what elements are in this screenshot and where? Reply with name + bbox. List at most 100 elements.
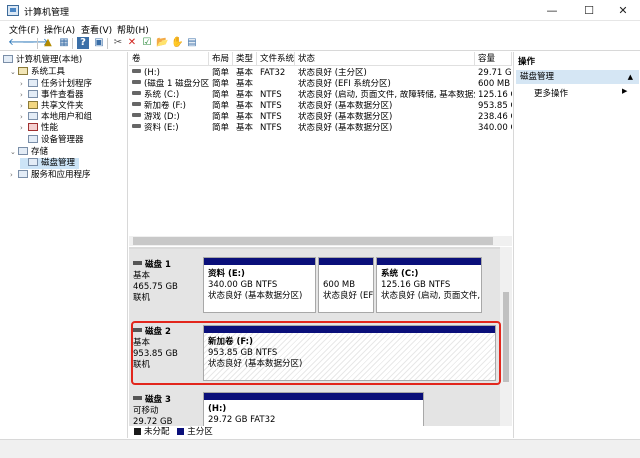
volume-list: 卷 布局 类型 文件系统 状态 容量 (H:) 简单 基本 FAT32 状态良好…: [129, 52, 512, 247]
computer-icon: [3, 55, 13, 63]
tree-item-storage[interactable]: ⌄存储: [10, 147, 48, 158]
status-bar: [0, 439, 640, 458]
disk-management-icon: [28, 158, 38, 166]
help-icon[interactable]: ?: [77, 37, 89, 49]
disk-2-highlight-frame: [131, 321, 501, 385]
expand-arrow-icon[interactable]: ›: [20, 123, 28, 134]
services-icon: [18, 170, 28, 178]
tree-item-event-viewer[interactable]: ›事件查看器: [20, 90, 84, 101]
table-row[interactable]: 游戏 (D:) 简单 基本 NTFS 状态良好 (基本数据分区) 238.46 …: [129, 112, 512, 123]
actions-title: 操作: [518, 55, 535, 67]
legend-primary: 主分区: [187, 427, 213, 437]
partition-system-c[interactable]: 系统 (C:)125.16 GB NTFS状态良好 (启动, 页面文件, 故: [376, 257, 482, 313]
connect-icon[interactable]: ✂: [112, 37, 124, 49]
collapse-arrow-icon[interactable]: ⌄: [10, 67, 18, 78]
column-header-capacity[interactable]: 容量: [475, 52, 512, 66]
volume-icon: [132, 102, 141, 106]
device-manager-icon: [28, 135, 38, 143]
partition-efi[interactable]: 600 MB状态良好 (EFI: [318, 257, 374, 313]
more-actions-link[interactable]: 更多操作 ▶: [534, 87, 568, 99]
event-viewer-icon: [28, 90, 38, 98]
disk-icon: [133, 261, 142, 265]
check-icon[interactable]: ☑: [141, 37, 153, 49]
view-icon[interactable]: ▤: [186, 37, 198, 49]
legend-unallocated: 未分配: [144, 427, 170, 437]
minimize-button[interactable]: —: [535, 0, 569, 21]
expand-arrow-icon[interactable]: ›: [20, 101, 28, 112]
column-header-type[interactable]: 类型: [233, 52, 257, 66]
tools-icon: [18, 67, 28, 75]
legend: 未分配 主分区: [129, 426, 512, 438]
storage-icon: [18, 147, 28, 155]
table-row[interactable]: 新加卷 (F:) 简单 基本 NTFS 状态良好 (基本数据分区) 953.85…: [129, 101, 512, 112]
expand-arrow-icon[interactable]: ›: [10, 170, 18, 181]
primary-swatch: [177, 428, 184, 435]
disk-icon: [133, 396, 142, 400]
tree-item-task-scheduler[interactable]: ›任务计划程序: [20, 79, 92, 90]
show-hide-tree-icon[interactable]: ▦: [58, 37, 70, 49]
back-icon[interactable]: 🡐: [8, 37, 20, 49]
disk-1-info[interactable]: 磁盘 1 基本 465.75 GB 联机: [133, 260, 178, 304]
forward-icon[interactable]: 🡒: [22, 37, 34, 49]
volume-icon: [132, 69, 141, 73]
volume-icon: [132, 113, 141, 117]
table-row[interactable]: 资料 (E:) 简单 基本 NTFS 状态良好 (基本数据分区) 340.00 …: [129, 123, 512, 134]
actions-pane: 操作 磁盘管理 ▲ 更多操作 ▶: [513, 52, 640, 438]
up-folder-icon[interactable]: ▲: [42, 37, 54, 49]
tree-item-system-tools[interactable]: ⌄系统工具: [10, 67, 65, 78]
performance-icon: [28, 123, 38, 131]
expand-arrow-icon[interactable]: ›: [20, 90, 28, 101]
close-button[interactable]: ✕: [606, 0, 640, 21]
window-title: 计算机管理: [24, 5, 69, 18]
collapse-triangle-icon[interactable]: ▲: [628, 70, 633, 84]
column-header-layout[interactable]: 布局: [209, 52, 233, 66]
disk-3-info[interactable]: 磁盘 3 可移动 29.72 GB: [133, 395, 172, 428]
tree-item-disk-management[interactable]: 磁盘管理: [20, 158, 79, 169]
clock-icon: [28, 79, 38, 87]
delete-icon[interactable]: ✕: [126, 37, 138, 49]
toolbar-separator: [37, 38, 38, 49]
column-header-status[interactable]: 状态: [295, 52, 475, 66]
computer-management-icon: [7, 5, 19, 16]
table-row[interactable]: 系统 (C:) 简单 基本 NTFS 状态良好 (启动, 页面文件, 故障转储,…: [129, 90, 512, 101]
tree-item-shared-folders[interactable]: ›共享文件夹: [20, 101, 84, 112]
vertical-scrollbar[interactable]: [500, 247, 512, 427]
actions-section-disk-management[interactable]: 磁盘管理 ▲: [516, 70, 639, 84]
shared-folder-icon: [28, 101, 38, 109]
horizontal-scrollbar[interactable]: [129, 236, 512, 246]
navigation-tree: 计算机管理(本地) ⌄系统工具 ›任务计划程序 ›事件查看器 ›共享文件夹 ›本…: [0, 52, 128, 438]
unallocated-swatch: [134, 428, 141, 435]
tree-item-services[interactable]: ›服务和应用程序: [10, 170, 91, 181]
maximize-button[interactable]: ☐: [572, 0, 606, 21]
folder-icon[interactable]: 📂: [156, 37, 168, 49]
expand-arrow-icon[interactable]: ›: [20, 79, 28, 90]
scrollbar-thumb[interactable]: [133, 237, 493, 245]
tree-item-local-users[interactable]: ›本地用户和组: [20, 112, 92, 123]
tree-item-root[interactable]: 计算机管理(本地): [3, 55, 82, 66]
menu-file[interactable]: 文件(F): [9, 23, 39, 36]
console-icon[interactable]: ▣: [93, 37, 105, 49]
toolbar: 🡐 🡒 ▲ ▦ ? ▣ ✂ ✕ ☑ 📂 ✋ ▤: [0, 37, 640, 51]
scrollbar-thumb[interactable]: [503, 292, 509, 382]
column-header-volume[interactable]: 卷: [129, 52, 209, 66]
menu-view[interactable]: 查看(V): [81, 23, 112, 36]
volume-icon: [132, 124, 141, 128]
users-icon: [28, 112, 38, 120]
toolbar-separator: [72, 38, 73, 49]
stop-icon[interactable]: ✋: [171, 37, 183, 49]
volume-icon: [132, 80, 141, 84]
partition-h[interactable]: (H:)29.72 GB FAT32: [203, 392, 424, 428]
table-row[interactable]: (磁盘 1 磁盘分区 3) 简单 基本 状态良好 (EFI 系统分区) 600 …: [129, 79, 512, 90]
toolbar-separator: [107, 38, 108, 49]
collapse-arrow-icon[interactable]: ⌄: [10, 147, 18, 158]
menu-help[interactable]: 帮助(H): [117, 23, 149, 36]
table-row[interactable]: (H:) 简单 基本 FAT32 状态良好 (主分区) 29.71 GE: [129, 68, 512, 79]
column-header-filesystem[interactable]: 文件系统: [257, 52, 295, 66]
submenu-arrow-icon: ▶: [622, 87, 627, 95]
tree-item-performance[interactable]: ›性能: [20, 123, 58, 134]
volume-icon: [132, 91, 141, 95]
expand-arrow-icon[interactable]: ›: [20, 112, 28, 123]
partition-data-e[interactable]: 资料 (E:)340.00 GB NTFS状态良好 (基本数据分区): [203, 257, 316, 313]
tree-item-device-manager[interactable]: 设备管理器: [28, 135, 84, 146]
menu-action[interactable]: 操作(A): [44, 23, 75, 36]
